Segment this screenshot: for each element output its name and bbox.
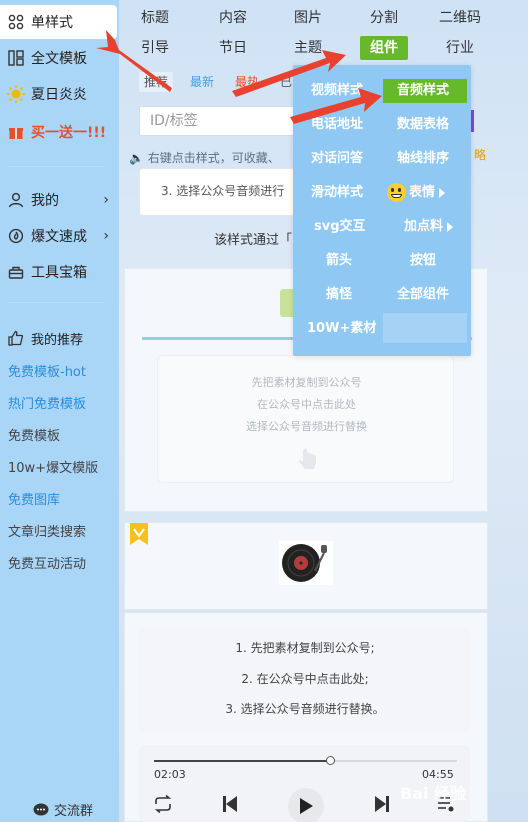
instruction-line: 2. 在公众号中点击此处; [241,672,369,686]
chevron-right-icon: › [103,192,109,208]
category-image[interactable]: 图片 [294,6,322,30]
sidebar-item-label: 夏日炎炎 [31,87,87,103]
chat-group-label: 交流群 [54,804,94,819]
record-player-icon [279,541,333,589]
progress-fill [154,760,330,762]
dropdown-item-arrow[interactable]: 箭头 [326,249,352,273]
category-guide[interactable]: 引导 [141,36,169,60]
speaker-icon: 🔈 [129,151,144,165]
toolbox-icon [7,263,25,281]
chevron-right-icon: › [103,228,109,244]
watermark: Bai 经验 [400,784,467,803]
chat-group-link[interactable]: 交流群 [33,800,93,819]
category-qrcode[interactable]: 二维码 [439,6,481,30]
sidebar-link-10w-template[interactable]: 10w+爆文模版 [8,457,98,476]
category-divider[interactable]: 分割 [370,6,398,30]
left-sidebar: 单样式 全文模板 夏日炎炎 买一送一!!! 我的 › 爆文速成 › 工具宝箱 我… [0,0,119,822]
tab-partial[interactable]: 已 [280,72,292,92]
submenu-arrow-icon [439,187,446,198]
dropdown-item-funny[interactable]: 搞怪 [326,283,352,307]
progress-knob[interactable] [325,756,335,765]
sidebar-item-mine[interactable]: 我的 › [0,183,119,217]
previous-track-icon[interactable] [222,795,238,813]
sidebar-item-label: 我的推荐 [31,332,84,348]
pass-text: 该样式通过「 [214,233,293,248]
thumbs-up-icon [7,329,25,347]
tip-text: 🔈 右键点击样式，可收藏、 [129,151,280,165]
instruction-line: 先把素材复制到公众号 [251,376,362,389]
sidebar-item-label: 单样式 [31,15,73,31]
grid-icon [7,13,25,31]
dropdown-item-data-table[interactable]: 数据表格 [397,113,449,137]
sidebar-item-full-template[interactable]: 全文模板 [0,41,119,75]
layout-icon [7,49,25,67]
emoji-icon [387,183,406,202]
instruction-line: 3. 选择公众号音频进行替换。 [225,702,385,716]
dropdown-empty-cell [383,313,467,343]
sidebar-item-label: 爆文速成 [31,229,87,245]
placeholder-box[interactable]: 先把素材复制到公众号 在公众号中点击此处 选择公众号音频进行替换 [157,355,454,483]
category-title[interactable]: 标题 [141,6,169,30]
category-industry[interactable]: 行业 [446,36,474,60]
instruction-line: 选择公众号音频进行替换 [246,420,367,433]
card-step-text: 3. 选择公众号音频进行 [161,184,285,198]
category-festival[interactable]: 节日 [219,36,247,60]
sidebar-link-free-template-hot[interactable]: 免费模板-hot [8,361,86,380]
sidebar-item-summer[interactable]: 夏日炎炎 [0,77,119,111]
sidebar-item-label: 买一送一!!! [31,125,107,141]
sidebar-item-my-recommend[interactable]: 我的推荐 [0,321,119,355]
sidebar-item-label: 我的 [31,193,59,209]
vip-badge-icon [130,523,148,549]
category-content[interactable]: 内容 [219,6,247,30]
fire-icon [7,227,25,245]
chat-bubble-icon [33,803,49,817]
tab-hottest[interactable]: 最热 [235,72,259,92]
sidebar-item-viral[interactable]: 爆文速成 › [0,219,119,253]
user-icon [7,191,25,209]
instruction-box[interactable]: 1. 先把素材复制到公众号; 2. 在公众号中点击此处; 3. 选择公众号音频进… [139,629,471,731]
tip-more[interactable]: 略 [474,146,486,163]
style-card[interactable] [124,522,488,610]
dropdown-item-all-components[interactable]: 全部组件 [397,283,449,307]
sidebar-item-buy-one-get-one[interactable]: 买一送一!!! [0,115,119,149]
tab-recommend[interactable]: 推荐 [139,72,174,92]
sidebar-link-interactive-events[interactable]: 免费互动活动 [8,553,86,572]
sidebar-link-article-search[interactable]: 文章归类搜索 [8,521,86,540]
dropdown-item-10w-material[interactable]: 10W+素材 [307,317,376,341]
dropdown-item-extras[interactable]: 加点料 [404,215,454,239]
play-icon [300,798,313,814]
sun-icon [7,85,25,103]
component-dropdown: 视频样式 音频样式 电话地址 数据表格 对话问答 轴线排序 滑动样式 表情 sv… [293,65,471,356]
next-track-icon[interactable] [374,795,390,813]
sidebar-divider [8,166,104,167]
dropdown-item-button[interactable]: 按钮 [410,249,436,273]
dropdown-item-slide[interactable]: 滑动样式 [311,181,363,205]
sidebar-item-label: 全文模板 [31,51,87,67]
gift-icon [7,123,25,141]
dropdown-item-emoji[interactable]: 表情 [387,181,446,205]
sidebar-link-hot-free-template[interactable]: 热门免费模板 [8,393,86,412]
repeat-icon[interactable] [153,795,173,813]
dropdown-item-phone-address[interactable]: 电话地址 [311,113,363,137]
dropdown-item-svg[interactable]: svg交互 [314,215,366,239]
sidebar-item-toolbox[interactable]: 工具宝箱 [0,255,119,289]
sidebar-item-label: 工具宝箱 [31,265,87,281]
sidebar-link-free-gallery[interactable]: 免费图库 [8,489,60,508]
submenu-arrow-icon [447,221,454,232]
sidebar-divider [8,302,104,303]
tab-latest[interactable]: 最新 [190,72,214,92]
instruction-line: 在公众号中点击此处 [257,398,356,411]
instruction-line: 1. 先把素材复制到公众号; [235,641,375,655]
tap-hand-icon [296,448,318,476]
category-theme[interactable]: 主题 [294,36,322,60]
dropdown-item-dialog-qa[interactable]: 对话问答 [311,147,363,171]
dropdown-item-audio[interactable]: 音频样式 [383,79,467,103]
dropdown-item-video[interactable]: 视频样式 [311,79,363,103]
play-button[interactable] [288,788,324,822]
sidebar-link-free-template[interactable]: 免费模板 [8,425,60,444]
category-component[interactable]: 组件 [360,36,408,60]
sidebar-item-single-style[interactable]: 单样式 [0,5,117,39]
dropdown-item-timeline[interactable]: 轴线排序 [397,147,449,171]
current-time: 02:03 [154,768,186,781]
